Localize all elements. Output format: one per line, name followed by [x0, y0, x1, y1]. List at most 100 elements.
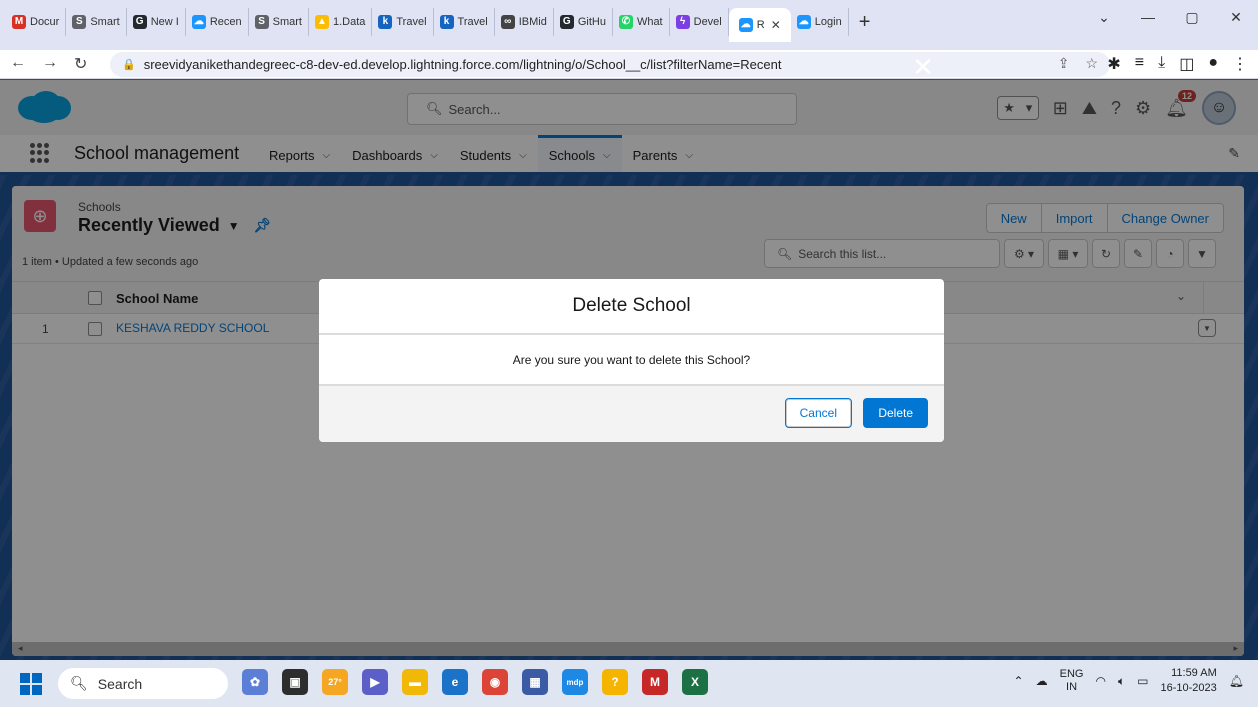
widgets-app-icon[interactable]: ✿: [242, 669, 268, 695]
chevron-up-icon[interactable]: ⌃: [1014, 674, 1024, 688]
dialog-title: Delete School: [319, 279, 944, 335]
url-field[interactable]: 🔒 sreevidyanikethandegreec-c8-dev-ed.dev…: [110, 52, 1110, 77]
notification-bell-icon[interactable]: 🔔︎: [1229, 674, 1244, 688]
tab-favicon-icon: ✆: [618, 15, 633, 29]
close-window-button[interactable]: ✕: [1214, 0, 1258, 34]
feedback-hub-icon[interactable]: ?: [602, 669, 628, 695]
tab-label: IBMid: [518, 16, 547, 28]
delete-dialog: Delete School Are you sure you want to d…: [319, 279, 944, 442]
battery-icon[interactable]: ▭: [1137, 674, 1148, 688]
restore-button[interactable]: ▢: [1170, 0, 1214, 34]
chrome-icon[interactable]: ◉: [482, 669, 508, 695]
tab-label: Smart: [272, 16, 302, 28]
tab-label: Travel: [396, 16, 427, 28]
task-view-icon[interactable]: ▣: [282, 669, 308, 695]
store-icon[interactable]: ▦: [522, 669, 548, 695]
browser-tab[interactable]: ▲ 1.Data: [309, 8, 373, 36]
browser-tab[interactable]: ☁ Login: [791, 8, 849, 36]
tab-label: Login: [814, 16, 842, 28]
browser-tab[interactable]: M Docur: [6, 8, 67, 36]
close-modal-icon[interactable]: ✕: [910, 54, 936, 80]
profile-icon[interactable]: ●: [1208, 54, 1218, 74]
tab-favicon-icon: ▲: [314, 15, 329, 29]
lock-icon: 🔒: [122, 59, 136, 71]
tab-label: Devel: [693, 16, 722, 28]
browser-tab[interactable]: G GitHu: [554, 8, 613, 36]
side-panel-icon[interactable]: ◫: [1179, 54, 1194, 74]
taskbar-apps: ✿ ▣ 27° ▶ ▬ e ◉ ▦ mdp ? M X: [242, 669, 708, 695]
browser-tab[interactable]: k Travel: [434, 8, 495, 36]
extensions-icon[interactable]: ✱: [1107, 54, 1120, 74]
browser-tab[interactable]: k Travel: [372, 8, 434, 36]
clock-time: 11:59 AM: [1171, 667, 1217, 679]
tab-favicon-icon: ϟ: [675, 15, 690, 29]
dialog-message: Are you sure you want to delete this Sch…: [319, 335, 944, 386]
dialog-footer: Cancel Delete: [319, 386, 944, 442]
browser-tab[interactable]: ϟ Devel: [670, 8, 729, 36]
mdp-app-icon[interactable]: mdp: [562, 669, 588, 695]
tab-favicon-icon: ☁: [738, 18, 753, 32]
minimize-button[interactable]: —: [1126, 0, 1170, 34]
teams-icon[interactable]: ▶: [362, 669, 388, 695]
address-bar: ← → ↻ 🔒 sreevidyanikethandegreec-c8-dev-…: [0, 50, 1258, 79]
file-explorer-icon[interactable]: ▬: [402, 669, 428, 695]
tab-search-icon[interactable]: ⌄: [1082, 0, 1126, 34]
system-tray: ⌃ ☁ ENG IN ◠ 🔈︎ ▭ 11:59 AM 16-10-2023 🔔︎: [1014, 666, 1244, 696]
cancel-button[interactable]: Cancel: [784, 398, 852, 428]
mcafee-icon[interactable]: M: [642, 669, 668, 695]
tab-favicon-icon: ☁: [796, 15, 811, 29]
tab-list: M Docur S Smart G New I ☁ Recen S Smart ▲ 1.Data k Tr…: [6, 8, 871, 42]
search-icon: 🔍︎: [70, 675, 88, 691]
lang-bottom: IN: [1066, 681, 1078, 693]
tab-label: GitHu: [577, 16, 606, 28]
windows-start-icon[interactable]: [20, 673, 42, 695]
edge-icon[interactable]: e: [442, 669, 468, 695]
taskbar-search-label: Search: [97, 675, 143, 692]
tab-favicon-icon: k: [378, 15, 393, 29]
back-arrow-icon[interactable]: ←: [10, 54, 26, 74]
weather-icon[interactable]: 27°: [322, 669, 348, 695]
browser-tab[interactable]: G New I: [127, 8, 186, 36]
browser-tab[interactable]: S Smart: [249, 8, 309, 36]
tab-label: 1.Data: [332, 16, 366, 28]
volume-icon[interactable]: 🔈︎: [1118, 674, 1125, 689]
language-indicator[interactable]: ENG IN: [1060, 668, 1084, 694]
share-icon[interactable]: ⇪: [1058, 55, 1070, 72]
url-text: sreevidyanikethandegreec-c8-dev-ed.devel…: [143, 57, 782, 72]
wifi-icon[interactable]: ◠: [1095, 674, 1105, 688]
clock[interactable]: 11:59 AM 16-10-2023: [1160, 666, 1216, 696]
tab-favicon-icon: ☁: [191, 15, 206, 29]
tab-favicon-icon: G: [132, 15, 147, 29]
cloud-icon[interactable]: ☁: [1036, 674, 1048, 688]
new-tab-button[interactable]: +: [859, 11, 871, 34]
tab-label: What: [636, 16, 663, 28]
window-controls: ⌄ — ▢ ✕: [1082, 0, 1258, 34]
excel-icon[interactable]: X: [682, 669, 708, 695]
browser-tab[interactable]: ✆ What: [613, 8, 670, 36]
bookmark-star-icon[interactable]: ☆: [1085, 55, 1098, 72]
tab-label: New I: [150, 16, 179, 28]
reload-icon[interactable]: ↻: [74, 54, 87, 74]
browser-tab-active[interactable]: ☁ R ✕: [728, 8, 791, 42]
tab-label: Docur: [30, 16, 60, 28]
tab-favicon-icon: S: [72, 15, 87, 29]
windows-taskbar: 🔍︎ Search ✿ ▣ 27° ▶ ▬ e ◉ ▦ mdp ? M X ⌃ …: [0, 660, 1258, 707]
tab-favicon-icon: S: [254, 15, 269, 29]
lang-top: ENG: [1059, 668, 1084, 680]
tab-favicon-icon: M: [12, 15, 26, 29]
delete-button[interactable]: Delete: [863, 398, 928, 428]
tab-label: Smart: [90, 16, 120, 28]
download-icon[interactable]: ⤓: [1158, 54, 1165, 74]
browser-tab[interactable]: ∞ IBMid: [495, 8, 554, 36]
browser-tab[interactable]: ☁ Recen: [186, 8, 249, 36]
browser-tabstrip: M Docur S Smart G New I ☁ Recen S Smart ▲ 1.Data k Tr…: [0, 0, 1258, 50]
forward-arrow-icon[interactable]: →: [42, 54, 58, 74]
tab-label: Travel: [457, 16, 488, 28]
tab-favicon-icon: k: [439, 15, 454, 29]
close-tab-icon[interactable]: ✕: [771, 18, 781, 32]
browser-tab[interactable]: S Smart: [66, 8, 127, 36]
tab-favicon-icon: G: [559, 15, 574, 29]
menu-icon[interactable]: ⋮: [1232, 54, 1248, 74]
taskbar-search[interactable]: 🔍︎ Search: [58, 668, 228, 699]
reading-list-icon[interactable]: ≡: [1135, 54, 1144, 74]
